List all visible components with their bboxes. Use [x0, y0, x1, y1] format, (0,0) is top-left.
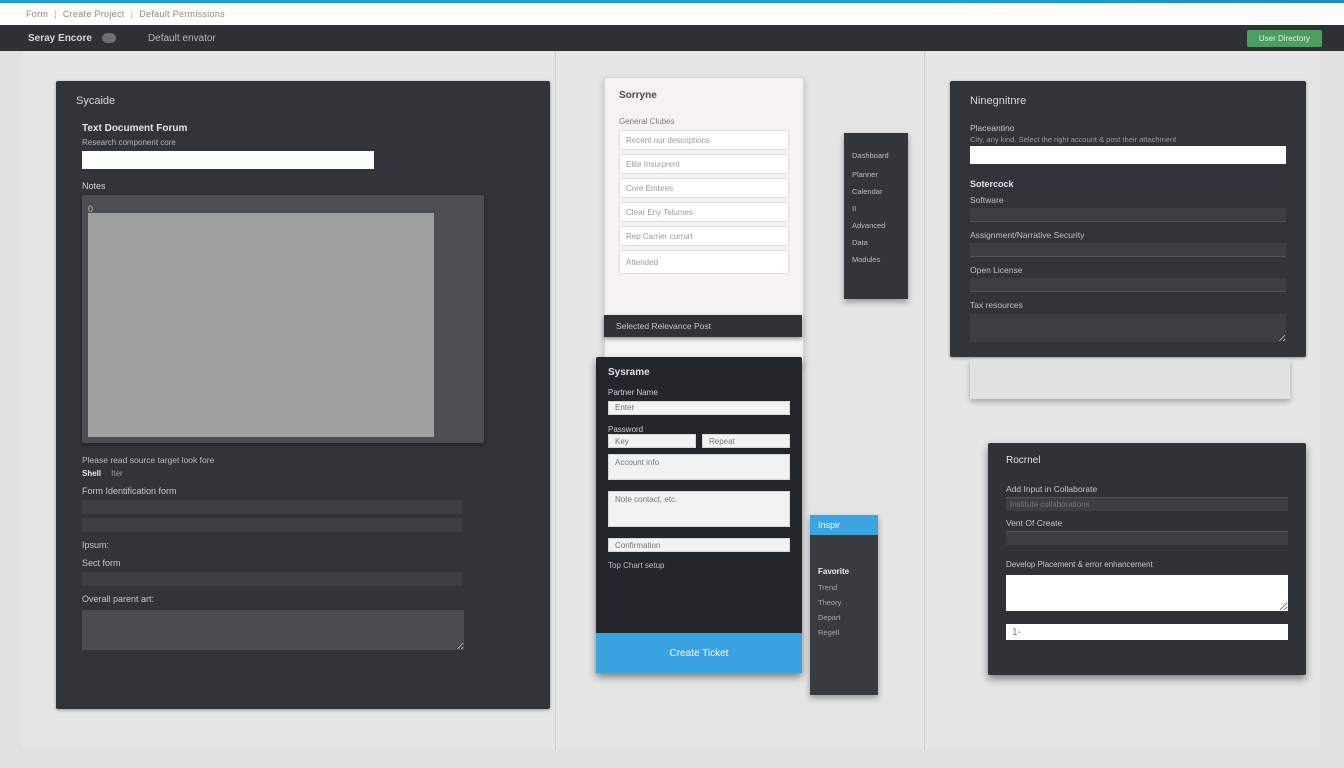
field-label: Vent Of Create [1006, 518, 1288, 528]
nav-item[interactable]: II [852, 200, 900, 217]
identification-input[interactable] [82, 518, 462, 532]
sect-input[interactable] [82, 572, 462, 586]
research-input[interactable] [82, 151, 374, 169]
favorite-nav: Inspir Favorite Trend Theory Depart Rege… [810, 515, 878, 695]
nav-item[interactable]: Theory [810, 595, 878, 610]
panel-ninegnitnre: Ninegnitnre Placeantino City, any kind. … [950, 81, 1306, 357]
field-label: Password [608, 425, 790, 434]
overall-textarea[interactable] [82, 610, 464, 650]
field-label: Open License [970, 265, 1286, 275]
field-label: Overall parent art: [82, 594, 524, 604]
brand-label: Seray Encore [28, 33, 92, 44]
relevance-bar[interactable]: Selected Relevance Post [604, 315, 802, 337]
nav-item[interactable]: Regell [810, 625, 878, 640]
field-hint: Develop Placement & error enhancement [1006, 560, 1288, 569]
enhancement-textarea[interactable] [1006, 575, 1288, 611]
field-label: Assignment/Narrative Security [970, 230, 1286, 240]
index-input[interactable] [1006, 624, 1288, 640]
field-label: Software [970, 195, 1286, 205]
caption: Please read source target look fore [82, 455, 524, 465]
list-item[interactable]: Clear Eny Telumes [619, 202, 789, 222]
panel-sycaide: Sycaide Text Document Forum Research com… [56, 81, 550, 709]
header-nav-item[interactable]: Default envator [148, 33, 216, 44]
password-input[interactable] [608, 434, 696, 448]
breadcrumb-item[interactable]: Default Permissions [139, 9, 225, 19]
nav-item[interactable]: Data [852, 234, 900, 251]
list-item[interactable]: Recent our descriptions [619, 130, 789, 150]
note-textarea[interactable] [608, 491, 790, 527]
software-input[interactable] [970, 208, 1286, 222]
panel-rocrnel: Rocrnel Add Input in Collaborate Vent Of… [988, 443, 1306, 675]
field-hint: City, any kind. Select the right account… [970, 135, 1286, 144]
field-label: Notes [82, 181, 524, 191]
field-label: Sect form [82, 558, 524, 568]
breadcrumb-item[interactable]: Create Project [63, 9, 125, 19]
field-label: Add Input in Collaborate [1006, 484, 1288, 494]
breadcrumb: Form | Create Project | Default Permissi… [0, 3, 1344, 25]
header-cta-button[interactable]: User Directory [1247, 30, 1322, 47]
panel-title: Sorryne [619, 90, 789, 101]
field-label: Form Identification form [82, 486, 524, 496]
password-repeat-input[interactable] [702, 434, 790, 448]
vent-input[interactable] [1006, 531, 1288, 545]
nav-item[interactable]: Modules [852, 251, 900, 268]
list-item[interactable]: Core Embres [619, 178, 789, 198]
section-heading: Favorite [810, 559, 878, 580]
field-label: Tax resources [970, 300, 1286, 310]
textarea-surface[interactable] [88, 213, 434, 437]
field-label: Partner Name [608, 388, 790, 397]
nav-item[interactable]: Dashboard [852, 147, 900, 164]
panel-title: Sysrame [608, 367, 790, 378]
column-divider [555, 51, 556, 750]
open-license-input[interactable] [970, 278, 1286, 292]
nav-item[interactable]: Calendar [852, 183, 900, 200]
column-divider [924, 51, 925, 750]
cloud-icon [102, 33, 116, 43]
section-heading: Text Document Forum [82, 123, 524, 134]
side-nav: Dashboard Planner Calendar II Advanced D… [844, 133, 908, 299]
panel-title: Sycaide [56, 81, 550, 117]
panel-sysrame: Sysrame Partner Name Password Top Chart … [596, 357, 802, 673]
app-header: Seray Encore Default envator User Direct… [0, 25, 1344, 51]
list-item[interactable]: Rep Carrier currurt [619, 226, 789, 246]
section-heading: General Clubes [619, 117, 789, 126]
partner-input[interactable] [608, 401, 790, 415]
list-item[interactable]: Elite Insurprent [619, 154, 789, 174]
secondary-gray-panel [970, 359, 1290, 399]
account-textarea[interactable] [608, 454, 790, 480]
panel-title: Rocrnel [1006, 455, 1288, 466]
assignment-input[interactable] [970, 243, 1286, 257]
nav-item[interactable]: Advanced [852, 217, 900, 234]
list-item[interactable]: Attended [619, 250, 789, 274]
nav-item[interactable]: Trend [810, 580, 878, 595]
collaborate-input[interactable] [1006, 497, 1288, 511]
notes-textarea[interactable]: 0 [82, 195, 484, 443]
field-label: Research component core [82, 138, 524, 147]
field-label: Placeantino [970, 123, 1286, 133]
mini-tab[interactable]: Iter [111, 469, 123, 478]
nav-item[interactable]: Depart [810, 610, 878, 625]
confirmation-input[interactable] [608, 538, 790, 552]
field-label: Ipsum: [82, 540, 524, 550]
top-chart-link[interactable]: Top Chart setup [608, 561, 790, 570]
tax-textarea[interactable] [970, 314, 1286, 342]
identification-input[interactable] [82, 500, 462, 514]
breadcrumb-item[interactable]: Form [26, 9, 48, 19]
brand: Seray Encore [0, 33, 116, 44]
nav-item[interactable]: Planner [852, 166, 900, 183]
workspace: Sycaide Text Document Forum Research com… [0, 51, 1344, 768]
nav-header[interactable]: Inspir [810, 515, 878, 535]
create-ticket-button[interactable]: Create Ticket [596, 633, 802, 673]
section-heading: Sotercock [970, 179, 1286, 189]
panel-title: Ninegnitnre [950, 81, 1306, 117]
mini-tab[interactable]: Shell [82, 469, 101, 478]
placeantino-input[interactable] [970, 146, 1286, 164]
